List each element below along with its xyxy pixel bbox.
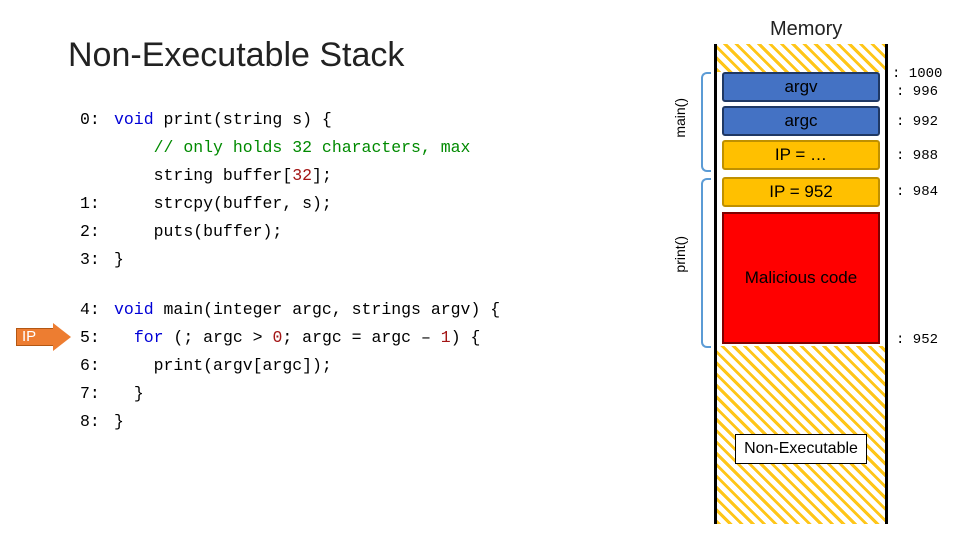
addr-984: : 984 [896, 184, 938, 200]
frame-label: Malicious code [745, 268, 857, 288]
code-text: print(argv[argc]); [154, 356, 332, 375]
line-number: 7: [80, 380, 114, 408]
code-line: 0:void print(string s) { [80, 106, 500, 134]
frame-label: IP = … [775, 145, 827, 165]
code-line: 6: print(argv[argc]); [80, 352, 500, 380]
code-line: // only holds 32 characters, max [80, 134, 500, 162]
frame-label: IP = 952 [769, 182, 833, 202]
stack-frame-malicious: Malicious code [722, 212, 880, 344]
num: 0 [272, 328, 282, 347]
line-number: 6: [80, 352, 114, 380]
num: 32 [292, 166, 312, 185]
line-number: 0: [80, 106, 114, 134]
num: 1 [441, 328, 451, 347]
code-text: print(string s) { [154, 110, 332, 129]
code-text: ) { [451, 328, 481, 347]
line-number: 2: [80, 218, 114, 246]
code-text: puts(buffer); [154, 222, 283, 241]
addr-1000: : 1000 [892, 66, 942, 82]
addr-996: : 996 [896, 84, 938, 100]
code-line: 7: } [80, 380, 500, 408]
stack-frame-argv: argv [722, 72, 880, 102]
slide-title: Non-Executable Stack [68, 36, 404, 75]
memory-column: argv argc IP = … IP = 952 Malicious code… [714, 44, 888, 524]
kw: void [114, 110, 154, 129]
brace-main [701, 72, 711, 172]
line-number: 1: [80, 190, 114, 218]
label-main: main() [672, 98, 688, 138]
code-line: 2: puts(buffer); [80, 218, 500, 246]
kw: for [134, 328, 164, 347]
label-print: print() [672, 236, 688, 273]
stack-frame-ip-ellipsis: IP = … [722, 140, 880, 170]
frame-label: argc [784, 111, 817, 131]
memory-heading: Memory [770, 18, 842, 41]
code-text: } [114, 412, 124, 431]
frame-label: Non-Executable [744, 440, 858, 458]
code-line: 1: strcpy(buffer, s); [80, 190, 500, 218]
code-text: ; argc = argc – [282, 328, 440, 347]
comment: // only holds 32 characters, max [154, 138, 471, 157]
code-text: strcpy(buffer, s); [154, 194, 332, 213]
ip-arrow: IP [16, 323, 72, 351]
code-line: string buffer[32]; [80, 162, 500, 190]
code-block: 0:void print(string s) { // only holds 3… [80, 106, 500, 437]
stack-frame-argc: argc [722, 106, 880, 136]
code-text: main(integer argc, strings argv) { [154, 300, 501, 319]
code-text: } [114, 250, 124, 269]
code-line: 3:} [80, 246, 500, 274]
arrow-head-icon [53, 323, 71, 351]
line-number: 3: [80, 246, 114, 274]
code-text: ]; [312, 166, 332, 185]
addr-992: : 992 [896, 114, 938, 130]
addr-952: : 952 [896, 332, 938, 348]
ip-label: IP [22, 328, 36, 345]
code-line: 5: for (; argc > 0; argc = argc – 1) { [80, 324, 500, 352]
line-number: 8: [80, 408, 114, 436]
line-number: 5: [80, 324, 114, 352]
frame-label: argv [784, 77, 817, 97]
hatch-region [717, 44, 885, 72]
non-executable-label: Non-Executable [735, 434, 867, 464]
code-line: 8:} [80, 408, 500, 436]
addr-988: : 988 [896, 148, 938, 164]
kw: void [114, 300, 154, 319]
code-text: } [134, 384, 144, 403]
brace-print [701, 178, 711, 348]
stack-frame-ip-val: IP = 952 [722, 177, 880, 207]
code-line: 4:void main(integer argc, strings argv) … [80, 296, 500, 324]
code-text: (; argc > [164, 328, 273, 347]
code-text: string buffer[ [154, 166, 293, 185]
line-number: 4: [80, 296, 114, 324]
